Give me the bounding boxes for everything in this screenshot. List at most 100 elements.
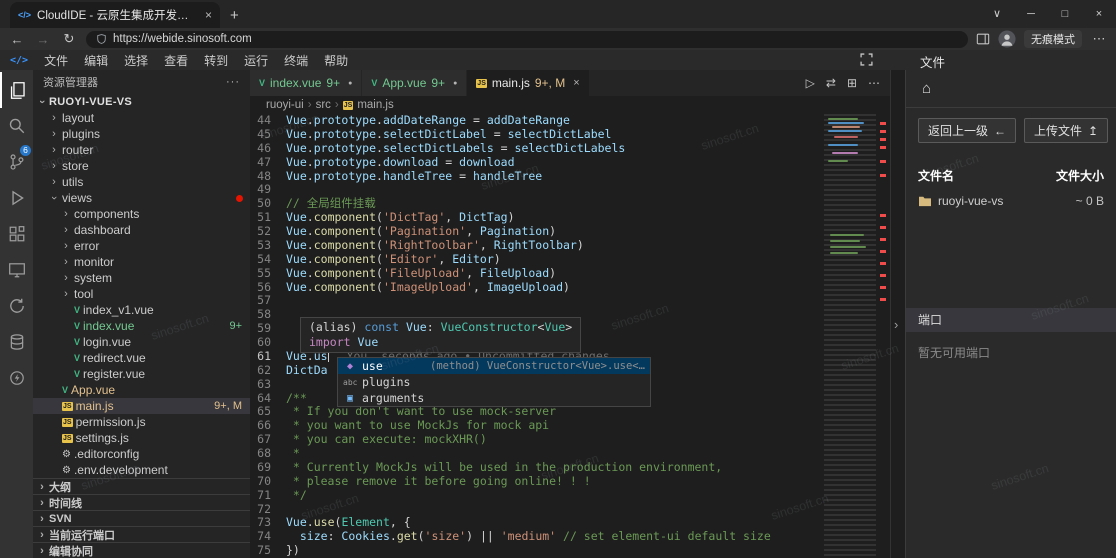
tree-folder-error[interactable]: ›error bbox=[33, 238, 250, 254]
database-icon[interactable] bbox=[0, 324, 33, 360]
tab-close-icon[interactable]: × bbox=[573, 77, 579, 89]
tree-file-redirect.vue[interactable]: Vredirect.vue bbox=[33, 350, 250, 366]
sidebar-section-大纲[interactable]: ›大纲 bbox=[33, 478, 250, 494]
code-text: Vue.prototype.download = download bbox=[286, 156, 515, 170]
tree-file-main.js[interactable]: JSmain.js9+, M bbox=[33, 398, 250, 414]
minimize-button[interactable]: ─ bbox=[1014, 0, 1048, 28]
right-panel-title: 文件 bbox=[920, 52, 945, 71]
back-parent-button[interactable]: 返回上一级 ← bbox=[918, 118, 1016, 143]
profile-avatar[interactable] bbox=[998, 30, 1016, 48]
tab-index.vue[interactable]: Vindex.vue9+● bbox=[250, 70, 362, 96]
tab-dirty-dot-icon[interactable]: ● bbox=[348, 80, 352, 87]
tree-folder-plugins[interactable]: ›plugins bbox=[33, 126, 250, 142]
tree-folder-components[interactable]: ›components bbox=[33, 206, 250, 222]
sidebar-section-时间线[interactable]: ›时间线 bbox=[33, 494, 250, 510]
tree-folder-layout[interactable]: ›layout bbox=[33, 110, 250, 126]
tab-App.vue[interactable]: VApp.vue9+● bbox=[362, 70, 467, 96]
suggest-item-use[interactable]: ◆use(method) VueConstructor<Vue>.use<T>(… bbox=[338, 358, 650, 374]
file-tree: ›layout›plugins›router›store›utils›views… bbox=[33, 110, 250, 478]
fullscreen-icon[interactable] bbox=[860, 53, 873, 66]
browser-menu-icon[interactable]: ⋯ bbox=[1090, 31, 1108, 47]
tree-file-permission.js[interactable]: JSpermission.js bbox=[33, 414, 250, 430]
tree-file-settings.js[interactable]: JSsettings.js bbox=[33, 430, 250, 446]
search-icon[interactable] bbox=[0, 108, 33, 144]
tree-file-index_v1.vue[interactable]: Vindex_v1.vue bbox=[33, 302, 250, 318]
close-button[interactable]: × bbox=[1082, 0, 1116, 28]
minimap[interactable] bbox=[824, 114, 876, 558]
site-info-shield-icon[interactable] bbox=[96, 33, 107, 45]
split-editor-icon[interactable]: ⊞ bbox=[847, 76, 857, 90]
tab-close-icon[interactable]: × bbox=[205, 8, 212, 22]
file-row[interactable]: ruoyi-vue-vs ~ 0 B bbox=[906, 190, 1116, 212]
sidebar-section-编辑协同[interactable]: ›编辑协同 bbox=[33, 542, 250, 558]
extensions-icon[interactable] bbox=[0, 216, 33, 252]
menu-item[interactable]: 运行 bbox=[236, 54, 276, 68]
menu-item[interactable]: 帮助 bbox=[316, 54, 356, 68]
tree-file-index.vue[interactable]: Vindex.vue9+ bbox=[33, 318, 250, 334]
line-number: 74 bbox=[250, 530, 286, 544]
tab-main.js[interactable]: JSmain.js9+, M× bbox=[467, 70, 589, 96]
sidebar-section-当前运行端口[interactable]: ›当前运行端口 bbox=[33, 526, 250, 542]
tree-root[interactable]: › RUOYI-VUE-VS bbox=[33, 94, 250, 110]
breadcrumb-item[interactable]: ruoyi-ui bbox=[266, 99, 304, 111]
menu-item[interactable]: 编辑 bbox=[76, 54, 116, 68]
new-tab-button[interactable]: + bbox=[230, 7, 239, 24]
breadcrumb[interactable]: ruoyi-ui›src›JSmain.js bbox=[250, 96, 890, 114]
explorer-icon[interactable] bbox=[0, 72, 33, 108]
suggest-item-arguments[interactable]: ▣arguments bbox=[338, 390, 650, 406]
remote-explorer-icon[interactable] bbox=[0, 252, 33, 288]
tree-folder-tool[interactable]: ›tool bbox=[33, 286, 250, 302]
forward-button[interactable]: → bbox=[34, 32, 52, 47]
tab-dirty-dot-icon[interactable]: ● bbox=[453, 80, 457, 87]
sidebar-more-icon[interactable]: ··· bbox=[226, 76, 240, 88]
tree-file-App.vue[interactable]: VApp.vue bbox=[33, 382, 250, 398]
tree-folder-utils[interactable]: ›utils bbox=[33, 174, 250, 190]
menu-item[interactable]: 转到 bbox=[196, 54, 236, 68]
breadcrumb-item[interactable]: main.js bbox=[357, 99, 393, 111]
side-panel-icon[interactable] bbox=[976, 32, 990, 46]
tree-folder-views[interactable]: ›views bbox=[33, 190, 250, 206]
collapse-chevron-icon[interactable]: › bbox=[894, 317, 898, 332]
refresh-button[interactable]: ↻ bbox=[60, 31, 78, 47]
sync-icon[interactable] bbox=[0, 288, 33, 324]
tree-folder-system[interactable]: ›system bbox=[33, 270, 250, 286]
tab-actions-chevron-icon[interactable]: ∨ bbox=[980, 0, 1014, 28]
menu-item[interactable]: 选择 bbox=[116, 54, 156, 68]
suggest-item-plugins[interactable]: abcplugins bbox=[338, 374, 650, 390]
upload-file-button[interactable]: 上传文件 ↥ bbox=[1024, 118, 1108, 143]
line-number: 59 bbox=[250, 322, 286, 336]
sidebar-section-SVN[interactable]: ›SVN bbox=[33, 510, 250, 526]
run-icon[interactable]: ▷ bbox=[806, 76, 815, 90]
back-button[interactable]: ← bbox=[8, 32, 26, 47]
address-bar[interactable]: https://webide.sinosoft.com bbox=[86, 31, 968, 48]
source-control-icon[interactable]: 6 bbox=[0, 144, 33, 180]
tree-folder-dashboard[interactable]: ›dashboard bbox=[33, 222, 250, 238]
api-plugin-icon[interactable] bbox=[0, 360, 33, 396]
menu-item[interactable]: 终端 bbox=[276, 54, 316, 68]
suggest-detail: (method) VueConstructor<Vue>.use<T>(plug… bbox=[430, 360, 645, 372]
tree-folder-router[interactable]: ›router bbox=[33, 142, 250, 158]
tree-folder-monitor[interactable]: ›monitor bbox=[33, 254, 250, 270]
panel-splitter[interactable]: › bbox=[890, 70, 905, 558]
tree-file-login.vue[interactable]: Vlogin.vue bbox=[33, 334, 250, 350]
tree-file-.editorconfig[interactable]: ⚙.editorconfig bbox=[33, 446, 250, 462]
browser-tab[interactable]: </> CloudIDE - 云原生集成开发环境 × bbox=[10, 2, 220, 28]
maximize-button[interactable]: □ bbox=[1048, 0, 1082, 28]
chevron-right-icon: › bbox=[49, 176, 59, 188]
code-editor[interactable]: 44Vue.prototype.addDateRange = addDateRa… bbox=[250, 114, 890, 558]
menu-item[interactable]: 文件 bbox=[36, 54, 76, 68]
open-changes-icon[interactable]: ⇄ bbox=[826, 76, 836, 90]
js-file-icon: JS bbox=[476, 79, 487, 88]
code-text: }) bbox=[286, 544, 300, 558]
ports-section-header[interactable]: 端口 bbox=[906, 308, 1116, 332]
menu-item[interactable]: 查看 bbox=[156, 54, 196, 68]
minimap-mark bbox=[828, 130, 862, 132]
breadcrumb-item[interactable]: src bbox=[316, 99, 331, 111]
tree-file-.env.development[interactable]: ⚙.env.development bbox=[33, 462, 250, 478]
tree-folder-store[interactable]: ›store bbox=[33, 158, 250, 174]
run-debug-icon[interactable] bbox=[0, 180, 33, 216]
tree-file-register.vue[interactable]: Vregister.vue bbox=[33, 366, 250, 382]
more-actions-icon[interactable]: ⋯ bbox=[868, 76, 880, 90]
home-icon[interactable]: ⌂ bbox=[922, 80, 931, 97]
code-text: DictDa bbox=[286, 364, 328, 378]
